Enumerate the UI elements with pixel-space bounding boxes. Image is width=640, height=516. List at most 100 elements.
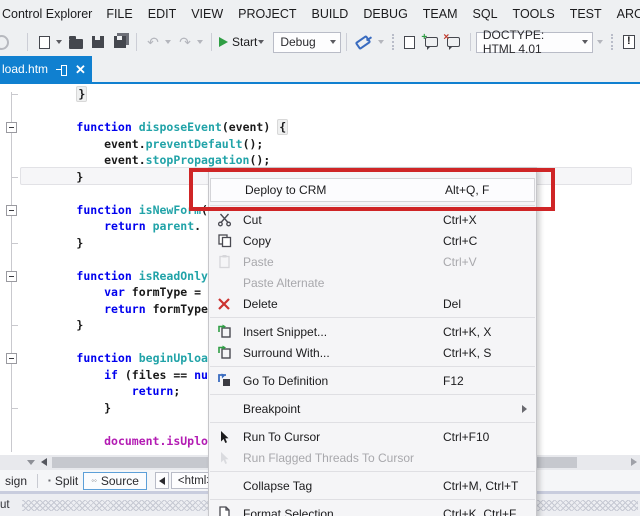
menubar-item-file[interactable]: FILE	[105, 5, 133, 23]
navigate-back-icon[interactable]	[2, 33, 20, 51]
close-icon[interactable]: ✕	[75, 63, 86, 76]
menu-item-label: Delete	[243, 297, 278, 311]
menubar-item-view[interactable]: VIEW	[190, 5, 224, 23]
menu-separator	[210, 366, 535, 367]
toolbar-separator	[211, 33, 212, 51]
fold-end-tick	[12, 325, 18, 326]
menu-item-shortcut: Ctrl+K, X	[443, 325, 491, 339]
toolbar-overflow-icon[interactable]	[378, 40, 384, 44]
menu-separator	[210, 317, 535, 318]
redo-dropdown-icon[interactable]	[197, 40, 203, 44]
context-menu-item-run-to-cursor[interactable]: Run To CursorCtrl+F10	[209, 426, 536, 447]
add-comment-icon[interactable]: +	[423, 33, 441, 51]
run-flagged-icon	[213, 449, 235, 467]
menu-item-shortcut: Del	[443, 297, 461, 311]
context-menu-item-paste[interactable]: PasteCtrl+V	[209, 251, 536, 272]
context-menu-item-copy[interactable]: CopyCtrl+C	[209, 230, 536, 251]
toolbar-drag-handle[interactable]	[392, 34, 394, 50]
menu-item-shortcut: F12	[443, 374, 464, 388]
fold-collapse-icon[interactable]	[6, 271, 17, 282]
surround-with-icon	[213, 344, 235, 362]
menu-separator	[210, 422, 535, 423]
undo-icon[interactable]: ↶	[144, 33, 162, 51]
chevron-down-icon	[582, 40, 588, 44]
open-file-icon[interactable]	[67, 33, 85, 51]
code-line: }	[21, 169, 83, 186]
context-menu-item-delete[interactable]: Delete Del	[209, 293, 536, 314]
validate-document-icon[interactable]	[620, 33, 638, 51]
annotation-red-box	[189, 168, 555, 211]
menu-item-label: Insert Snippet...	[243, 325, 327, 339]
source-view-button[interactable]: ◦◦ Source	[83, 472, 147, 490]
scroll-right-icon[interactable]	[631, 458, 637, 466]
context-menu-item-run-flagged-threads-to-cursor[interactable]: Run Flagged Threads To Cursor	[209, 447, 536, 468]
code-line: function isReadOnly() {	[21, 268, 236, 285]
go-to-definition-icon	[213, 372, 235, 390]
menubar-item-sql[interactable]: SQL	[472, 5, 499, 23]
context-menu-item-cut[interactable]: CutCtrl+X	[209, 209, 536, 230]
context-menu-item-go-to-definition[interactable]: Go To DefinitionF12	[209, 370, 536, 391]
menubar-item-tools[interactable]: TOOLS	[512, 5, 556, 23]
viewbar-separator	[37, 474, 38, 488]
tab-load-htm[interactable]: load.htm ✕	[0, 56, 92, 82]
start-dropdown-icon[interactable]	[258, 40, 264, 44]
format-selection-icon	[213, 505, 235, 516]
split-view-button[interactable]: ▪ Split	[43, 473, 83, 489]
source-view-icon: ◦◦	[91, 477, 97, 485]
menubar-item-architect[interactable]: ARCHITECT	[616, 5, 640, 23]
menu-separator	[210, 394, 535, 395]
tab-title: load.htm	[2, 62, 48, 76]
menu-item-shortcut: Ctrl+K, S	[443, 346, 491, 360]
context-menu-item-breakpoint[interactable]: Breakpoint	[209, 398, 536, 419]
menu-item-shortcut: Ctrl+V	[443, 255, 477, 269]
undo-dropdown-icon[interactable]	[165, 40, 171, 44]
toolbar-separator	[470, 33, 471, 51]
context-menu-item-collapse-tag[interactable]: Collapse TagCtrl+M, Ctrl+T	[209, 475, 536, 496]
pin-icon[interactable]	[56, 64, 67, 75]
start-debug-icon[interactable]	[219, 37, 228, 47]
code-line: return;	[21, 383, 180, 400]
doctype-combobox[interactable]: DOCTYPE: HTML 4.01	[476, 32, 593, 53]
build-config-combobox[interactable]: Debug	[273, 32, 340, 53]
menubar-item-build[interactable]: BUILD	[311, 5, 350, 23]
context-menu-item-surround-with[interactable]: Surround With...Ctrl+K, S	[209, 342, 536, 363]
scroll-left-icon[interactable]	[41, 458, 47, 466]
context-menu-item-format-selection[interactable]: Format SelectionCtrl+K, Ctrl+F	[209, 503, 536, 516]
document-icon[interactable]	[401, 33, 419, 51]
fold-end-tick	[12, 408, 18, 409]
find-in-files-icon[interactable]	[354, 33, 372, 51]
toolbar-separator	[27, 33, 28, 51]
split-view-icon: ▪	[48, 477, 51, 485]
cut-icon	[213, 211, 235, 229]
toolbar-overflow-icon[interactable]	[597, 40, 603, 44]
paste-icon	[213, 253, 235, 271]
code-line: function disposeEvent(event) {	[21, 119, 288, 136]
menu-bar: Control Explorer FILEEDITVIEWPROJECTBUIL…	[0, 0, 640, 28]
context-menu-item-insert-snippet[interactable]: Insert Snippet... Ctrl+K, X	[209, 321, 536, 342]
fold-collapse-icon[interactable]	[6, 353, 17, 364]
menubar-item-project[interactable]: PROJECT	[237, 5, 297, 23]
context-menu-item-paste-alternate[interactable]: Paste Alternate	[209, 272, 536, 293]
save-all-icon[interactable]	[111, 33, 129, 51]
toolbar-drag-handle[interactable]	[611, 34, 613, 50]
new-item-icon[interactable]	[35, 33, 53, 51]
menubar-item-team[interactable]: TEAM	[422, 5, 459, 23]
fold-collapse-icon[interactable]	[6, 122, 17, 133]
menubar-item-debug[interactable]: DEBUG	[362, 5, 408, 23]
menubar-item-edit[interactable]: EDIT	[147, 5, 177, 23]
code-line: function beginUpload(	[21, 350, 222, 367]
insert-snippet-icon	[213, 323, 235, 341]
save-icon[interactable]	[89, 33, 107, 51]
fold-collapse-icon[interactable]	[6, 205, 17, 216]
start-button[interactable]: Start	[232, 35, 257, 49]
menu-item-label: Format Selection	[243, 507, 334, 516]
redo-icon[interactable]: ↷	[176, 33, 194, 51]
build-config-value: Debug	[280, 35, 315, 49]
new-item-dropdown-icon[interactable]	[56, 40, 62, 44]
design-view-button[interactable]: sign	[0, 473, 32, 489]
remove-comment-icon[interactable]: ×	[445, 33, 463, 51]
tag-navigate-back-button[interactable]	[155, 472, 169, 489]
left-triangle-icon	[159, 477, 165, 485]
menubar-item-test[interactable]: TEST	[569, 5, 603, 23]
scrollbar-options-icon[interactable]	[27, 460, 35, 465]
